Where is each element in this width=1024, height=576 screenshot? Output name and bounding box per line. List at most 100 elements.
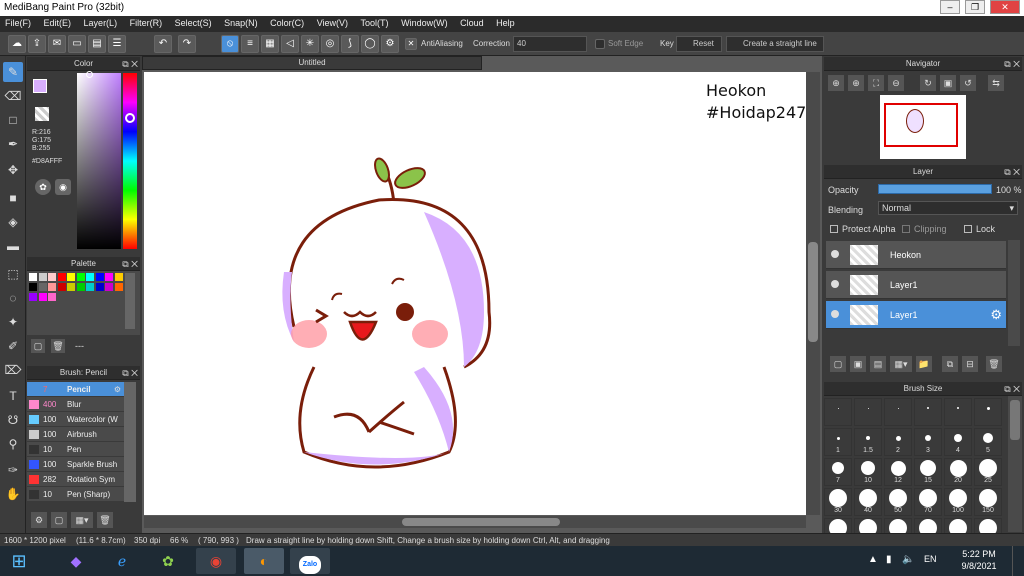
opacity-slider[interactable]: [878, 184, 992, 194]
internet-explorer-icon[interactable]: ℯ: [102, 548, 142, 574]
new-halftone-layer-icon[interactable]: ▤: [870, 356, 886, 372]
text-tool-icon[interactable]: T: [3, 386, 23, 406]
volume-icon[interactable]: 🔈: [902, 554, 914, 565]
clock[interactable]: 5:22 PM 9/8/2021: [956, 548, 1002, 572]
radial-snap-icon[interactable]: ✳: [301, 35, 319, 53]
operation-tool-icon[interactable]: ☋: [3, 410, 23, 430]
brush-size-cell[interactable]: [914, 398, 942, 426]
delete-palette-icon[interactable]: 🗑: [51, 339, 65, 353]
flip-icon[interactable]: ⇆: [988, 75, 1004, 91]
menu-file[interactable]: File(F): [0, 16, 36, 30]
eyedropper-tool-icon[interactable]: ⚲: [3, 434, 23, 454]
lasso-tool-icon[interactable]: ◌: [3, 288, 23, 308]
clipping-checkbox[interactable]: [902, 225, 910, 233]
comment-icon[interactable]: ✉: [48, 35, 66, 53]
zoom-in-alt-icon[interactable]: ⊕: [848, 75, 864, 91]
color-wheel-icon[interactable]: ✿: [35, 179, 51, 195]
add-brush-icon[interactable]: ⚙: [31, 512, 47, 528]
menu-layer[interactable]: Layer(L): [79, 16, 123, 30]
menu-color[interactable]: Color(C): [265, 16, 309, 30]
hue-slider[interactable]: [123, 73, 137, 249]
palette-swatch[interactable]: [29, 283, 37, 291]
maximize-button[interactable]: ❐: [965, 0, 985, 14]
menu-view[interactable]: View(V): [312, 16, 353, 30]
parallel-snap-icon[interactable]: ≡: [241, 35, 259, 53]
layer-settings-icon[interactable]: ⚙: [990, 307, 1002, 323]
cloud-icon[interactable]: ☁: [8, 35, 26, 53]
palette-swatch[interactable]: [86, 283, 94, 291]
brush-size-cell[interactable]: [854, 398, 882, 426]
layer-list-scrollbar[interactable]: [1008, 240, 1020, 346]
transparent-swatch[interactable]: [35, 107, 49, 121]
reset-view-icon[interactable]: ▣: [940, 75, 956, 91]
move-tool-icon[interactable]: ✥: [3, 160, 23, 180]
dropper-tool-icon[interactable]: ✑: [3, 460, 23, 480]
new-brush-icon[interactable]: ▢: [51, 512, 67, 528]
vertical-scrollbar[interactable]: [806, 72, 820, 515]
select-pen-tool-icon[interactable]: ✐: [3, 336, 23, 356]
brush-item[interactable]: 10 Pen (Sharp): [27, 487, 135, 502]
close-button[interactable]: ✕: [990, 0, 1020, 14]
new-palette-icon[interactable]: ▢: [31, 339, 45, 353]
palette-swatch[interactable]: [105, 283, 113, 291]
foreground-color-swatch[interactable]: [33, 79, 47, 93]
brush-size-cell[interactable]: [884, 398, 912, 426]
palette-swatch[interactable]: [67, 273, 75, 281]
brush-item[interactable]: 100 Watercolor (W: [27, 412, 135, 427]
document-tab[interactable]: Untitled: [142, 56, 482, 70]
no-snap-icon[interactable]: ⦸: [221, 35, 239, 53]
brush-item[interactable]: 100 Airbrush: [27, 427, 135, 442]
brush-tool-icon[interactable]: ✎: [3, 62, 23, 82]
chat-icon[interactable]: ▭: [68, 35, 86, 53]
brush-menu-icon[interactable]: ▦▾: [71, 512, 93, 528]
menu-edit[interactable]: Edit(E): [39, 16, 77, 30]
delete-brush-icon[interactable]: 🗑: [97, 512, 113, 528]
vertical-scroll-thumb[interactable]: [808, 242, 818, 342]
menu-snap[interactable]: Snap(N): [219, 16, 263, 30]
undo-icon[interactable]: ↶: [154, 35, 172, 53]
rotate-right-icon[interactable]: ↺: [960, 75, 976, 91]
chrome-icon[interactable]: ◉: [196, 548, 236, 574]
navigator-preview[interactable]: [880, 95, 966, 159]
duplicate-layer-icon[interactable]: ⧉: [942, 356, 958, 372]
delete-layer-icon[interactable]: 🗑: [986, 356, 1002, 372]
palette-swatch[interactable]: [95, 283, 104, 291]
select-tool-icon[interactable]: ⬚: [3, 264, 23, 284]
brush-item[interactable]: 400 Blur: [27, 397, 135, 412]
bucket-tool-icon[interactable]: ◈: [3, 212, 23, 232]
snap-settings-icon[interactable]: ⚙: [381, 35, 399, 53]
drawing-canvas[interactable]: Heokon #Hoidap247: [144, 72, 806, 515]
perspective-snap-icon[interactable]: ◁: [281, 35, 299, 53]
palette-swatch[interactable]: [48, 273, 56, 281]
brush-size-cell[interactable]: [824, 398, 852, 426]
palette-swatch[interactable]: [114, 273, 123, 281]
rotate-icon[interactable]: ↻: [920, 75, 936, 91]
brush-settings-icon[interactable]: ⚙: [114, 382, 121, 397]
windows-start-icon[interactable]: ⊞: [2, 548, 36, 574]
curve-snap-icon[interactable]: ⟆: [341, 35, 359, 53]
menu-tool[interactable]: Tool(T): [356, 16, 394, 30]
palette-swatch[interactable]: [105, 273, 113, 281]
lock-checkbox[interactable]: [964, 225, 972, 233]
menu-cloud[interactable]: Cloud: [455, 16, 489, 30]
palette-swatch[interactable]: [57, 273, 66, 281]
palette-swatch[interactable]: [48, 293, 56, 301]
gradient-tool-icon[interactable]: ▬: [3, 236, 23, 256]
protect-alpha-checkbox[interactable]: [830, 225, 838, 233]
grid-snap-icon[interactable]: ▦: [261, 35, 279, 53]
blending-select[interactable]: Normal ▾: [878, 201, 1018, 215]
layer-row[interactable]: Layer1 ⚙: [826, 301, 1006, 329]
medibang-icon[interactable]: ◐: [244, 548, 284, 574]
document-icon[interactable]: ▤: [88, 35, 106, 53]
new-color-layer-icon[interactable]: ▣: [850, 356, 866, 372]
horizontal-scrollbar[interactable]: [144, 516, 806, 528]
palette-swatch[interactable]: [76, 283, 85, 291]
zalo-icon[interactable]: Zalo: [290, 548, 330, 574]
panel-menu-icon[interactable]: ⧉ ✕: [122, 366, 138, 380]
hand-tool-icon[interactable]: ✋: [3, 484, 23, 504]
menu-help[interactable]: Help: [491, 16, 520, 30]
layer-row[interactable]: Layer1: [826, 271, 1006, 299]
layer-row[interactable]: Heokon: [826, 241, 1006, 269]
redo-icon[interactable]: ↷: [178, 35, 196, 53]
palette-swatch[interactable]: [86, 273, 94, 281]
